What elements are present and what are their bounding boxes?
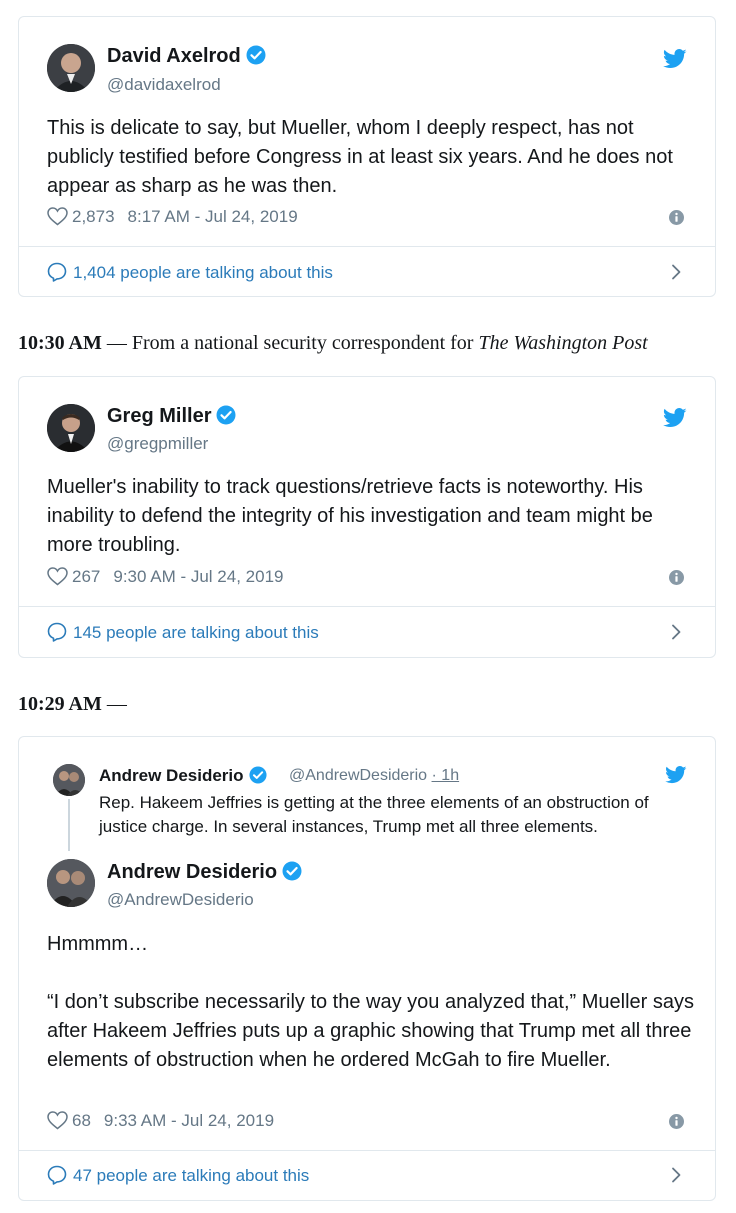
info-icon[interactable] <box>669 1114 684 1134</box>
divider <box>19 246 715 247</box>
like-count[interactable]: 2,873 <box>72 207 115 226</box>
speech-bubble-icon <box>47 262 67 287</box>
heart-icon[interactable] <box>47 207 68 231</box>
info-icon[interactable] <box>669 570 684 590</box>
author-name[interactable]: David Axelrod <box>107 45 266 71</box>
speech-bubble-icon <box>47 1165 67 1190</box>
verified-badge-icon <box>216 405 236 431</box>
tweet-card-axelrod: David Axelrod @davidaxelrod This is deli… <box>18 16 716 297</box>
tweet-meta: 2,873 8:17 AM - Jul 24, 2019 <box>47 207 298 231</box>
parent-author-handle[interactable]: @AndrewDesiderio · 1h <box>289 767 459 785</box>
tweet-card-miller: Greg Miller @gregpmiller Mueller's inabi… <box>18 376 716 658</box>
twitter-bird-icon[interactable] <box>662 408 687 433</box>
avatar[interactable] <box>47 859 95 907</box>
info-icon[interactable] <box>669 210 684 230</box>
tweet-timestamp[interactable]: 8:17 AM - Jul 24, 2019 <box>128 207 298 226</box>
verified-badge-icon <box>246 45 266 71</box>
twitter-bird-icon[interactable] <box>665 766 687 789</box>
chevron-right-icon[interactable] <box>671 624 681 645</box>
tweet-text: Hmmmm… “I don’t subscribe necessarily to… <box>47 933 694 1071</box>
chevron-right-icon[interactable] <box>671 264 681 285</box>
tweet-meta: 267 9:30 AM - Jul 24, 2019 <box>47 567 283 591</box>
like-count[interactable]: 267 <box>72 567 100 586</box>
parent-age[interactable]: · 1h <box>432 767 460 784</box>
heading-time: 10:30 AM <box>18 332 102 354</box>
section-heading: 10:29 AM — <box>18 693 127 715</box>
divider <box>19 1150 715 1151</box>
tweet-text: Mueller's inability to track questions/r… <box>47 476 653 556</box>
parent-tweet-text: Rep. Hakeem Jeffries is getting at the t… <box>99 793 649 836</box>
avatar[interactable] <box>47 44 95 92</box>
divider <box>19 606 715 607</box>
heading-time: 10:29 AM <box>18 693 102 715</box>
tweet-timestamp[interactable]: 9:30 AM - Jul 24, 2019 <box>113 567 283 586</box>
like-count[interactable]: 68 <box>72 1111 91 1130</box>
publication-name: The Washington Post <box>478 332 648 354</box>
talking-about-link[interactable]: 1,404 people are talking about this <box>47 262 333 287</box>
tweet-meta: 68 9:33 AM - Jul 24, 2019 <box>47 1111 274 1135</box>
speech-bubble-icon <box>47 622 67 647</box>
talking-about-link[interactable]: 145 people are talking about this <box>47 622 319 647</box>
chevron-right-icon[interactable] <box>671 1167 681 1188</box>
parent-author-name[interactable]: Andrew Desiderio <box>99 766 267 789</box>
author-handle[interactable]: @AndrewDesiderio <box>107 890 254 910</box>
heart-icon[interactable] <box>47 1111 68 1135</box>
author-name[interactable]: Andrew Desiderio <box>107 861 302 887</box>
tweet-text: This is delicate to say, but Mueller, wh… <box>47 117 673 197</box>
section-heading: 10:30 AM — From a national security corr… <box>18 332 648 354</box>
avatar[interactable] <box>53 764 85 796</box>
talking-about-link[interactable]: 47 people are talking about this <box>47 1165 309 1190</box>
verified-badge-icon <box>282 861 302 887</box>
tweet-card-desiderio: Andrew Desiderio @AndrewDesiderio · 1h R… <box>18 736 716 1201</box>
tweet-timestamp[interactable]: 9:33 AM - Jul 24, 2019 <box>104 1111 274 1130</box>
avatar[interactable] <box>47 404 95 452</box>
author-name[interactable]: Greg Miller <box>107 405 236 431</box>
heart-icon[interactable] <box>47 567 68 591</box>
author-handle[interactable]: @gregpmiller <box>107 434 208 454</box>
thread-connector <box>68 799 70 851</box>
twitter-bird-icon[interactable] <box>662 49 687 74</box>
author-handle[interactable]: @davidaxelrod <box>107 75 221 95</box>
verified-badge-icon <box>248 766 267 789</box>
